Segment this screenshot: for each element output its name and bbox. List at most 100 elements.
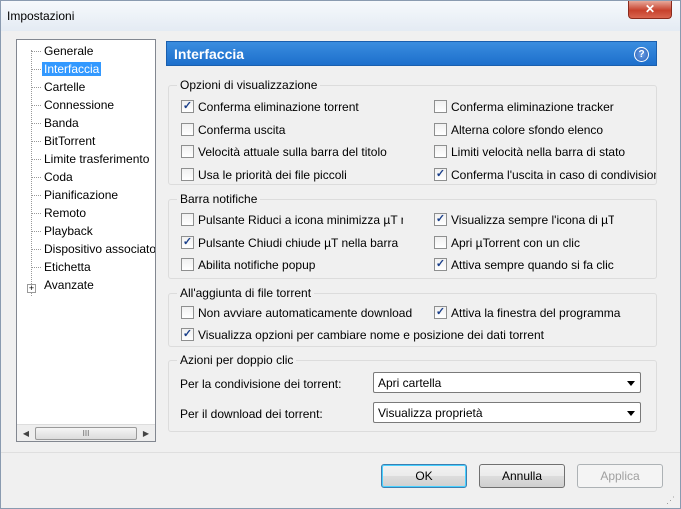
checkbox-row[interactable]: ✓ Attiva la finestra del programma [434,305,656,321]
title-bar[interactable]: Impostazioni ✕ [1,1,680,31]
group-title: All'aggiunta di file torrent [177,286,315,300]
tree-connector [31,123,41,124]
checkbox-row[interactable]: Velocità attuale sulla barra del titolo [181,144,421,160]
checkbox[interactable] [434,100,447,113]
tree-item[interactable]: Playback [27,223,155,239]
checkbox[interactable] [181,258,194,271]
scroll-thumb[interactable]: III [35,427,137,440]
ok-button[interactable]: OK [381,464,467,488]
checkbox-label: Conferma l'uscita in caso di condivision… [451,167,656,182]
checkbox-row[interactable]: ✓ Conferma eliminazione torrent [181,99,421,115]
checkbox-label: Pulsante Riduci a icona minimizza µT nel… [198,213,403,227]
tree-connector [31,231,41,232]
tree-item-label: Dispositivo associato [44,242,156,256]
checkbox[interactable] [181,145,194,158]
checkbox-row[interactable]: ✓ Visualizza sempre l'icona di µTorrent [434,212,614,228]
tree-item-label: Avanzate [44,278,94,292]
checkbox-row[interactable]: Pulsante Riduci a icona minimizza µT nel… [181,212,403,228]
checkbox-label: Visualizza sempre l'icona di µTorrent [451,213,614,227]
tree-item-label: Generale [44,44,94,58]
checkbox[interactable] [181,213,194,226]
tree-item[interactable]: Avanzate [27,277,155,293]
checkbox-row[interactable]: ✓ Pulsante Chiudi chiude µT nella barra [181,235,403,251]
tree-connector [31,159,41,160]
checkbox[interactable] [434,145,447,158]
checkbox-label: Conferma eliminazione tracker [451,100,614,114]
tree-item[interactable]: BitTorrent [27,133,155,149]
checkbox-label: Visualizza opzioni per cambiare nome e p… [198,328,544,342]
download-action-select[interactable]: Visualizza proprietà [373,402,641,423]
tree-connector [31,177,41,178]
apply-button[interactable]: Applica [577,464,663,488]
checkbox-row[interactable]: ✓ Conferma l'uscita in caso di condivisio… [434,167,656,183]
download-action-value: Visualizza proprietà [378,406,483,420]
checkbox-row[interactable]: Abilita notifiche popup [181,257,403,273]
chevron-down-icon [627,411,635,416]
tree-item[interactable]: Coda [27,169,155,185]
section-header: Interfaccia ? [166,41,657,66]
checkbox-row[interactable]: Usa le priorità dei file piccoli [181,167,421,183]
tray-options-group: Barra notifiche Pulsante Riduci a icona … [168,192,657,279]
cancel-button[interactable]: Annulla [479,464,565,488]
checkbox[interactable]: ✓ [181,100,194,113]
checkbox[interactable] [181,167,194,181]
checkbox[interactable] [181,122,194,136]
seeding-action-select[interactable]: Apri cartella [373,372,641,393]
help-icon[interactable]: ? [634,47,649,62]
display-options-group: Opzioni di visualizzazione ✓ Conferma eli… [168,78,657,185]
checkbox-row[interactable]: Limiti velocità nella barra di stato [434,144,656,160]
scroll-right-icon[interactable]: ▶ [138,426,154,441]
chevron-down-icon [627,381,635,386]
tree-item-label: Connessione [44,98,115,112]
checkbox-label: Abilita notifiche popup [198,258,316,272]
group-title: Barra notifiche [177,192,261,206]
tree-item[interactable]: Interfaccia [27,61,155,77]
tree-item[interactable]: Cartelle [27,79,155,95]
tree-connector [31,249,41,250]
tree-item-label: Banda [44,116,79,130]
checkbox-label: Apri µTorrent con un clic [451,235,580,250]
checkbox-row[interactable]: Non avviare automaticamente download [181,305,421,321]
checkbox-label: Usa le priorità dei file piccoli [198,167,347,182]
double-click-group: Azioni per doppio clic Per la condivisio… [168,353,657,432]
tree-connector [31,51,41,52]
checkbox-row[interactable]: Alterna colore sfondo elenco [434,122,656,138]
tree-item[interactable]: Etichetta [27,259,155,275]
tree-item[interactable]: Remoto [27,205,155,221]
horizontal-scrollbar[interactable]: ◀ III ▶ [17,424,155,441]
checkbox[interactable]: ✓ [181,235,194,249]
checkbox[interactable]: ✓ [434,167,447,181]
tree-item[interactable]: Banda [27,115,155,131]
dialog-footer: OK Annulla Applica ⋰ [1,452,680,508]
scroll-left-icon[interactable]: ◀ [18,426,34,441]
checkbox-row[interactable]: ✓ Attiva sempre quando si fa clic [434,257,614,273]
checkbox-label: Limiti velocità nella barra di stato [451,145,626,159]
checkbox[interactable] [434,235,447,249]
resize-grip-icon[interactable]: ⋰ [666,494,678,506]
group-title: Opzioni di visualizzazione [177,78,321,92]
category-tree: Generale Interfaccia Cartelle Connessione Ba… [16,39,156,442]
tree-item-label: Etichetta [44,260,91,274]
checkbox-row[interactable]: Apri µTorrent con un clic [434,235,614,251]
tree-item-label: Interfaccia [42,62,102,76]
checkbox[interactable]: ✓ [434,306,447,319]
checkbox-row[interactable]: Conferma eliminazione tracker [434,99,656,115]
checkbox-row[interactable]: Conferma uscita [181,122,421,138]
page-title: Interfaccia [174,46,245,62]
settings-window: Impostazioni ✕ Generale Interfaccia Cartel… [0,0,681,509]
window-title: Impostazioni [7,9,75,23]
tree-item[interactable]: Generale [27,43,155,59]
tree-item[interactable]: Connessione [27,97,155,113]
checkbox[interactable] [181,306,194,319]
tree-item[interactable]: Pianificazione [27,187,155,203]
tree-item[interactable]: Limite trasferimento [27,151,155,167]
checkbox[interactable]: ✓ [434,213,447,226]
close-button[interactable]: ✕ [628,1,672,19]
checkbox[interactable]: ✓ [181,328,194,341]
checkbox[interactable] [434,122,447,136]
checkbox[interactable]: ✓ [434,258,447,271]
tree-connector [31,267,41,268]
tree-item[interactable]: Dispositivo associato [27,241,156,257]
checkbox-row[interactable]: ✓ Visualizza opzioni per cambiare nome e … [181,327,641,343]
expand-icon[interactable]: + [27,284,36,293]
